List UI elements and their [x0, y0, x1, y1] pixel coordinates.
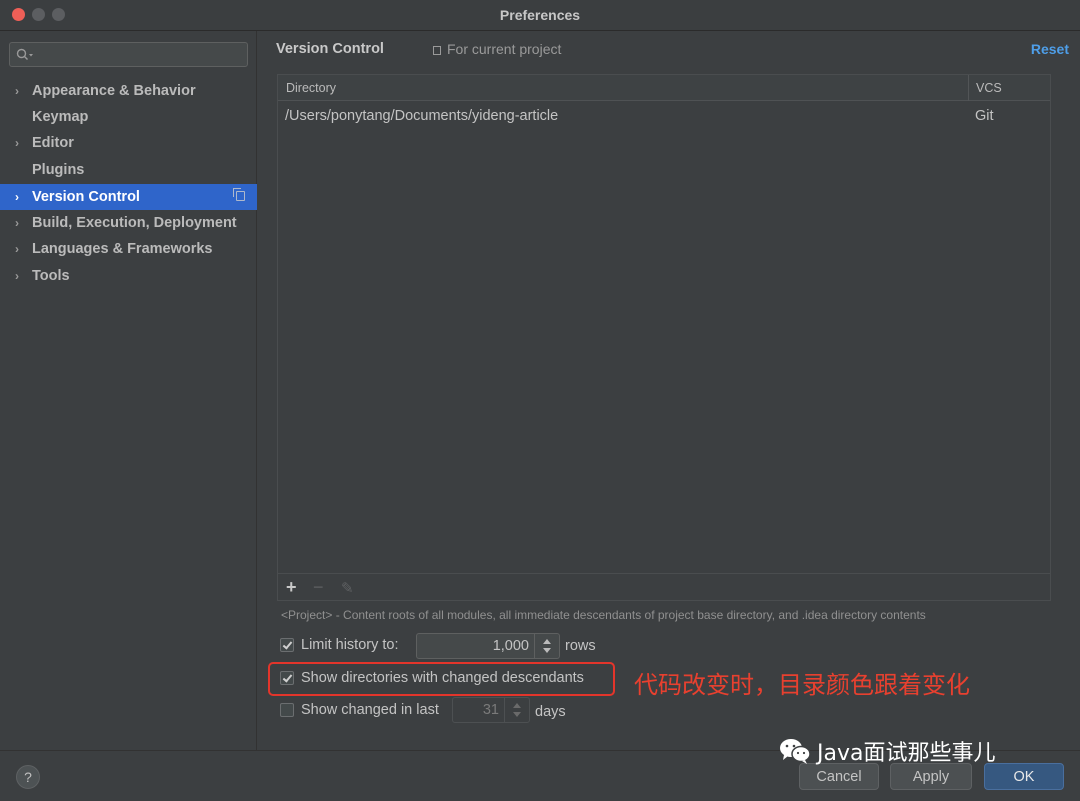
table-row[interactable]: /Users/ponytang/Documents/yideng-article…	[278, 108, 1050, 130]
show-directories-label: Show directories with changed descendant…	[301, 670, 584, 686]
add-icon[interactable]: +	[286, 577, 297, 598]
search-icon	[16, 48, 33, 60]
remove-icon[interactable]: −	[313, 577, 324, 598]
vcs-cell: Git	[975, 108, 994, 124]
limit-history-stepper[interactable]: 1,000	[416, 633, 560, 659]
show-changed-label: Show changed in last	[301, 702, 439, 718]
stepper-arrows-icon[interactable]	[504, 698, 529, 722]
show-changed-unit: days	[535, 704, 566, 720]
chevron-right-icon: ›	[15, 242, 19, 256]
page-title: Version Control	[276, 41, 384, 57]
wechat-icon	[780, 739, 811, 764]
column-header-directory[interactable]: Directory	[286, 81, 336, 95]
apply-button[interactable]: Apply	[890, 763, 972, 790]
sidebar-item-appearance-behavior[interactable]: › Appearance & Behavior	[0, 78, 257, 104]
sidebar-item-version-control[interactable]: › Version Control	[0, 184, 257, 210]
table-header: Directory VCS	[278, 75, 1050, 101]
ok-button[interactable]: OK	[984, 763, 1064, 790]
show-changed-days-stepper[interactable]: 31	[452, 697, 530, 723]
scope-label: For current project	[433, 41, 561, 57]
window-title: Preferences	[499, 7, 581, 23]
watermark: Java面试那些事儿	[778, 735, 995, 767]
stepper-arrows-icon[interactable]	[534, 634, 559, 658]
directory-cell: /Users/ponytang/Documents/yideng-article	[285, 108, 559, 124]
chevron-right-icon: ›	[15, 216, 19, 230]
content-roots-note: <Project> - Content roots of all modules…	[281, 608, 926, 622]
project-scope-icon	[233, 188, 245, 201]
chevron-right-icon: ›	[15, 269, 19, 283]
column-header-vcs[interactable]: VCS	[976, 81, 1002, 95]
main-panel: Version Control For current project Rese…	[258, 31, 1080, 750]
sidebar: › Appearance & Behavior Keymap › Editor …	[0, 31, 257, 750]
vcs-mappings-table: Directory VCS /Users/ponytang/Documents/…	[277, 74, 1051, 601]
preferences-window: Preferences › Appearance & Behavior Keym…	[0, 0, 1080, 801]
sidebar-item-editor[interactable]: › Editor	[0, 130, 257, 156]
table-toolbar: + − ✎	[278, 573, 1050, 600]
chevron-right-icon: ›	[15, 190, 19, 204]
cancel-button[interactable]: Cancel	[799, 763, 879, 790]
column-divider[interactable]	[968, 75, 969, 101]
sidebar-item-tools[interactable]: › Tools	[0, 263, 257, 289]
show-changed-checkbox[interactable]	[280, 703, 294, 717]
show-directories-checkbox[interactable]	[280, 671, 294, 685]
annotation-text: 代码改变时，目录颜色跟着变化	[634, 671, 970, 699]
chevron-right-icon: ›	[15, 136, 19, 150]
reset-link[interactable]: Reset	[1031, 41, 1069, 57]
help-button[interactable]: ?	[16, 765, 40, 789]
chevron-right-icon: ›	[15, 84, 19, 98]
limit-history-label: Limit history to:	[301, 637, 399, 653]
limit-history-unit: rows	[565, 638, 596, 654]
sidebar-item-plugins[interactable]: Plugins	[0, 157, 257, 183]
edit-icon[interactable]: ✎	[341, 579, 354, 597]
title-bar: Preferences	[0, 0, 1080, 31]
sidebar-item-build-execution-deployment[interactable]: › Build, Execution, Deployment	[0, 210, 257, 236]
limit-history-checkbox[interactable]	[280, 638, 294, 652]
sidebar-item-keymap[interactable]: Keymap	[0, 104, 257, 130]
sidebar-item-languages-frameworks[interactable]: › Languages & Frameworks	[0, 236, 257, 262]
search-input[interactable]	[9, 42, 248, 67]
project-scope-icon	[433, 46, 441, 55]
